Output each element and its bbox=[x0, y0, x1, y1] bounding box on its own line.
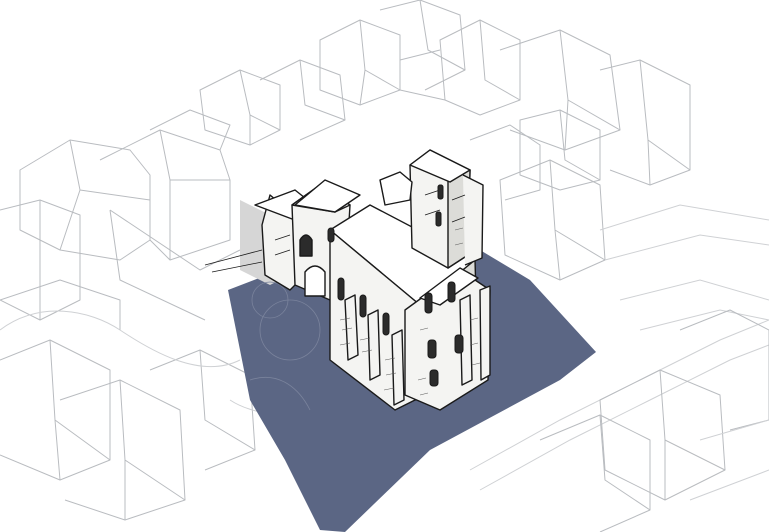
drawing-canvas bbox=[0, 0, 769, 532]
